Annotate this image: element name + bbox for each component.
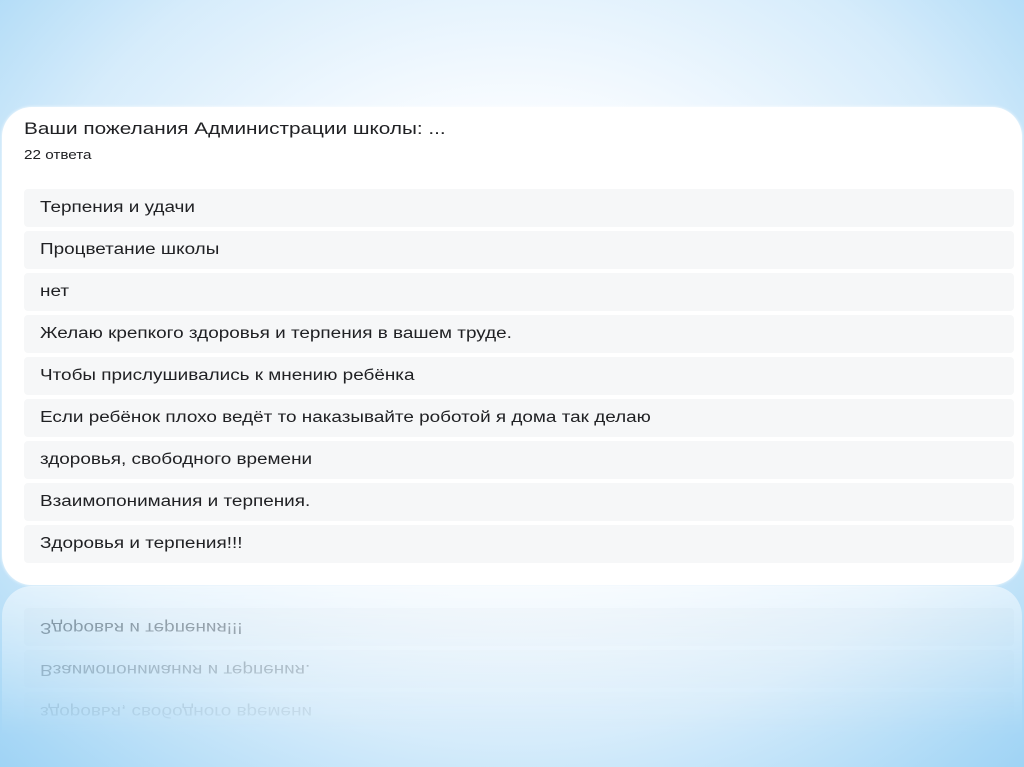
response-text: нет	[40, 283, 69, 300]
response-text: Терпения и удачи	[40, 199, 195, 216]
question-title: Ваши пожелания Администрации школы: ...	[24, 118, 446, 140]
response-item: нет	[24, 273, 1014, 311]
reflection-text: здоровья, свободного времени	[40, 703, 313, 720]
response-text: Чтобы прислушивались к мнению ребёнка	[40, 367, 415, 384]
response-text: Процветание школы	[40, 241, 220, 258]
response-item: Если ребёнок плохо ведёт то наказывайте …	[24, 399, 1014, 437]
responses-list: Терпения и удачи Процветание школы нет Ж…	[24, 189, 1014, 567]
response-count: 22 ответа	[24, 147, 92, 163]
response-item: здоровья, свободного времени	[24, 441, 1014, 479]
response-item: Чтобы прислушивались к мнению ребёнка	[24, 357, 1014, 395]
response-item: Здоровья и терпения!!!	[24, 525, 1014, 563]
reflection-row: Взаимопонимания и терпения.	[24, 650, 1014, 688]
response-text: здоровья, свободного времени	[40, 451, 313, 468]
response-text: Если ребёнок плохо ведёт то наказывайте …	[40, 409, 651, 426]
response-item: Терпения и удачи	[24, 189, 1014, 227]
response-text: Желаю крепкого здоровья и терпения в ваш…	[40, 325, 512, 342]
response-item: Желаю крепкого здоровья и терпения в ваш…	[24, 315, 1014, 353]
response-text: Взаимопонимания и терпения.	[40, 493, 311, 510]
reflection-text: Взаимопонимания и терпения.	[40, 661, 311, 678]
card-reflection-mirror: здоровья, свободного времени Взаимопоним…	[2, 586, 1022, 736]
response-text: Здоровья и терпения!!!	[40, 535, 243, 552]
response-item: Процветание школы	[24, 231, 1014, 269]
responses-card: Ваши пожелания Администрации школы: ... …	[2, 107, 1022, 585]
question-title-text: Ваши пожелания Администрации школы: ...	[24, 119, 446, 138]
response-count-text: 22 ответа	[24, 148, 92, 162]
reflection-text: Здоровья и терпения!!!	[40, 619, 243, 636]
slide-background: Ваши пожелания Администрации школы: ... …	[0, 0, 1024, 767]
reflection-row: здоровья, свободного времени	[24, 692, 1014, 730]
reflection-row: Здоровья и терпения!!!	[24, 608, 1014, 646]
response-item: Взаимопонимания и терпения.	[24, 483, 1014, 521]
card-reflection: здоровья, свободного времени Взаимопоним…	[2, 586, 1022, 736]
